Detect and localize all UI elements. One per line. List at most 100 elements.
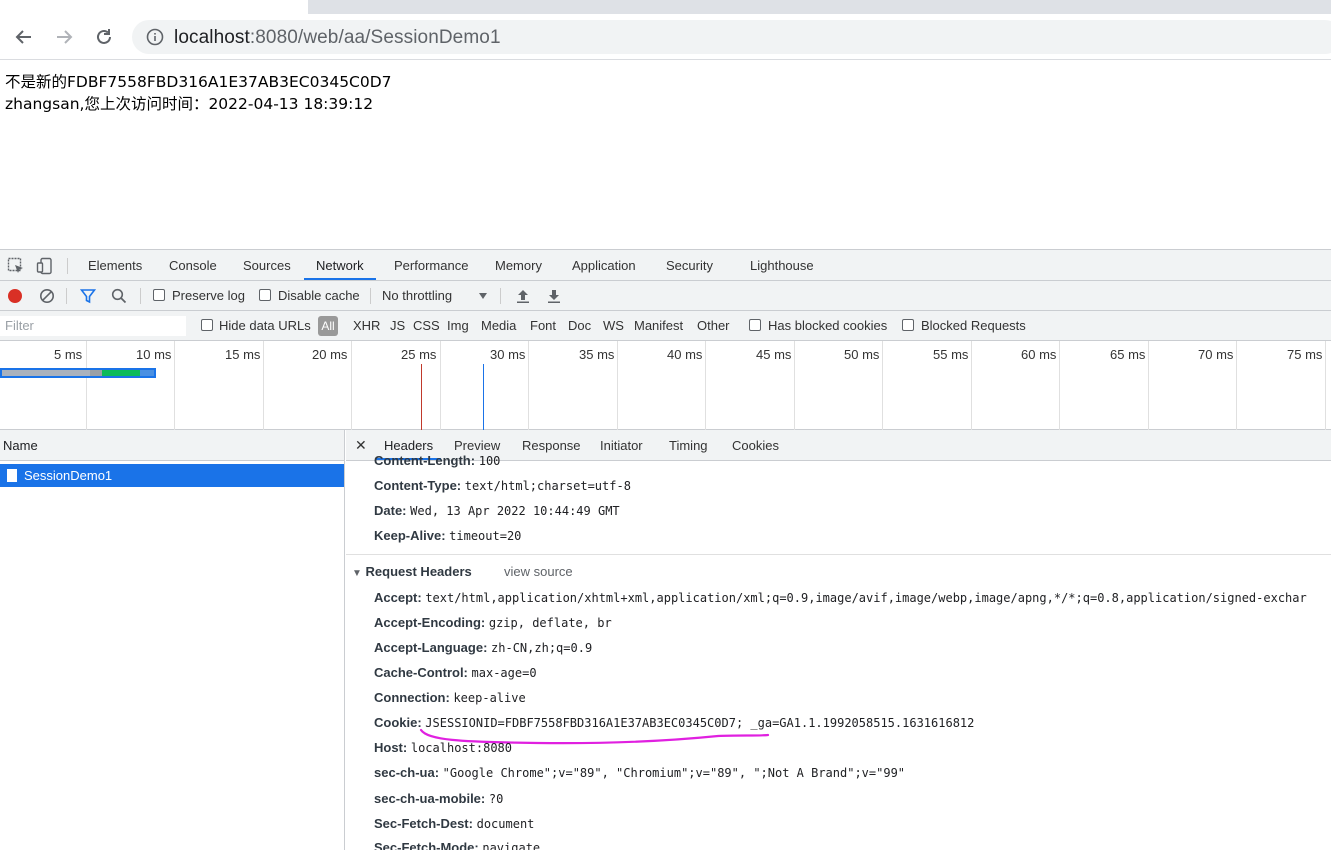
- browser-tab[interactable]: [0, 0, 308, 14]
- dom-content-loaded-marker: [483, 364, 484, 430]
- timeline-tick: 45 ms: [756, 347, 792, 362]
- hide-data-urls-checkbox[interactable]: [201, 319, 213, 331]
- grid-line: [882, 341, 883, 430]
- header-key: sec-ch-ua:: [374, 765, 440, 780]
- url-path: :8080/web/aa/SessionDemo1: [249, 27, 501, 48]
- disable-cache-checkbox[interactable]: [259, 289, 271, 301]
- grid-line: [971, 341, 972, 430]
- preserve-log-checkbox[interactable]: [153, 289, 165, 301]
- browser-toolbar: localhost:8080/web/aa/SessionDemo1: [0, 14, 1331, 60]
- header-value: Wed, 13 Apr 2022 10:44:49 GMT: [410, 504, 620, 518]
- grid-line: [705, 341, 706, 430]
- close-icon[interactable]: ✕: [355, 437, 367, 454]
- filter-all-button[interactable]: All: [318, 316, 338, 336]
- triangle-down-icon: ▼: [352, 568, 362, 579]
- grid-line: [528, 341, 529, 430]
- site-info-icon[interactable]: [146, 28, 164, 46]
- grid-line: [794, 341, 795, 430]
- has-blocked-cookies-checkbox[interactable]: [749, 319, 761, 331]
- timeline-tick: 75 ms: [1287, 347, 1323, 362]
- request-headers-toggle[interactable]: ▼ Request Headers: [352, 564, 472, 579]
- filter-input[interactable]: Filter: [0, 316, 186, 336]
- filter-doc[interactable]: Doc: [568, 318, 591, 333]
- tab-lighthouse[interactable]: Lighthouse: [750, 250, 814, 281]
- timing-queue-segment: [2, 370, 90, 376]
- filter-other[interactable]: Other: [697, 318, 730, 333]
- timing-waiting-segment: [102, 370, 140, 376]
- toolbar-divider: [500, 288, 501, 304]
- timeline-overview[interactable]: 5 ms 10 ms 15 ms 20 ms 25 ms 30 ms 35 ms…: [0, 341, 1331, 430]
- header-key: Accept-Language:: [374, 640, 488, 655]
- tab-cookies[interactable]: Cookies: [732, 430, 779, 461]
- header-key: Sec-Fetch-Mode:: [374, 840, 479, 850]
- tab-sources[interactable]: Sources: [243, 250, 291, 281]
- header-value: gzip, deflate, br: [488, 616, 612, 630]
- throttling-select[interactable]: No throttling: [382, 288, 452, 303]
- url-host: localhost: [174, 27, 250, 48]
- view-source-link[interactable]: view source: [504, 564, 573, 579]
- address-bar[interactable]: localhost:8080/web/aa/SessionDemo1: [132, 20, 1331, 54]
- timeline-tick: 25 ms: [401, 347, 437, 362]
- forward-button[interactable]: [50, 23, 78, 51]
- tab-timing[interactable]: Timing: [669, 430, 708, 461]
- filter-icon[interactable]: [80, 288, 96, 304]
- filter-ws[interactable]: WS: [603, 318, 624, 333]
- hide-data-urls-label: Hide data URLs: [219, 318, 311, 333]
- back-button[interactable]: [10, 23, 38, 51]
- header-value: zh-CN,zh;q=0.9: [491, 641, 593, 655]
- filter-media[interactable]: Media: [481, 318, 516, 333]
- request-header-row: Sec-Fetch-Mode: navigate: [374, 840, 540, 850]
- tab-security[interactable]: Security: [666, 250, 713, 281]
- search-icon[interactable]: [111, 288, 127, 304]
- tab-console[interactable]: Console: [169, 250, 217, 281]
- header-key: Date:: [374, 503, 407, 518]
- header-value: keep-alive: [453, 691, 526, 705]
- device-toolbar-icon[interactable]: [36, 257, 54, 275]
- timeline-tick: 65 ms: [1110, 347, 1146, 362]
- toolbar-divider: [66, 288, 67, 304]
- header-key: Connection:: [374, 690, 450, 705]
- header-value: localhost:8080: [410, 741, 512, 755]
- tab-network[interactable]: Network: [304, 250, 376, 280]
- header-key: Sec-Fetch-Dest:: [374, 816, 473, 831]
- request-row[interactable]: SessionDemo1: [0, 464, 344, 487]
- name-column-header[interactable]: Name: [0, 430, 344, 461]
- filter-js[interactable]: JS: [390, 318, 405, 333]
- import-har-icon[interactable]: [515, 288, 531, 304]
- header-key: Content-Length:: [374, 453, 476, 468]
- section-divider: [346, 554, 1331, 555]
- clear-icon[interactable]: [39, 288, 55, 304]
- header-key: Accept:: [374, 590, 422, 605]
- toolbar-divider: [370, 288, 371, 304]
- tab-initiator[interactable]: Initiator: [600, 430, 643, 461]
- tab-response[interactable]: Response: [522, 430, 581, 461]
- tab-performance[interactable]: Performance: [394, 250, 468, 281]
- filter-manifest[interactable]: Manifest: [634, 318, 683, 333]
- reload-button[interactable]: [90, 23, 118, 51]
- timeline-tick: 15 ms: [225, 347, 261, 362]
- response-header-row: Content-Length: 100: [374, 453, 500, 468]
- filter-xhr[interactable]: XHR: [353, 318, 380, 333]
- filter-css[interactable]: CSS: [413, 318, 440, 333]
- tab-elements[interactable]: Elements: [88, 250, 142, 281]
- record-icon[interactable]: [7, 288, 23, 304]
- request-details: ✕ Headers Preview Response Initiator Tim…: [346, 430, 1331, 850]
- header-value: 100: [478, 454, 501, 468]
- blocked-requests-checkbox[interactable]: [902, 319, 914, 331]
- tab-memory[interactable]: Memory: [495, 250, 542, 281]
- request-headers-title: Request Headers: [365, 564, 472, 579]
- request-header-row: Cache-Control: max-age=0: [374, 665, 537, 680]
- dropdown-arrow-icon[interactable]: [478, 291, 488, 301]
- export-har-icon[interactable]: [546, 288, 562, 304]
- timeline-tick: 10 ms: [136, 347, 172, 362]
- inspect-element-icon[interactable]: [7, 257, 25, 275]
- tab-application[interactable]: Application: [572, 250, 636, 281]
- header-value: timeout=20: [449, 529, 522, 543]
- filter-font[interactable]: Font: [530, 318, 556, 333]
- header-value: text/html,application/xhtml+xml,applicat…: [425, 591, 1307, 605]
- devtools-tabbar: Elements Console Sources Network Perform…: [0, 250, 1331, 281]
- grid-line: [1148, 341, 1149, 430]
- grid-line: [174, 341, 175, 430]
- timing-stalled-segment: [90, 370, 102, 376]
- filter-img[interactable]: Img: [447, 318, 469, 333]
